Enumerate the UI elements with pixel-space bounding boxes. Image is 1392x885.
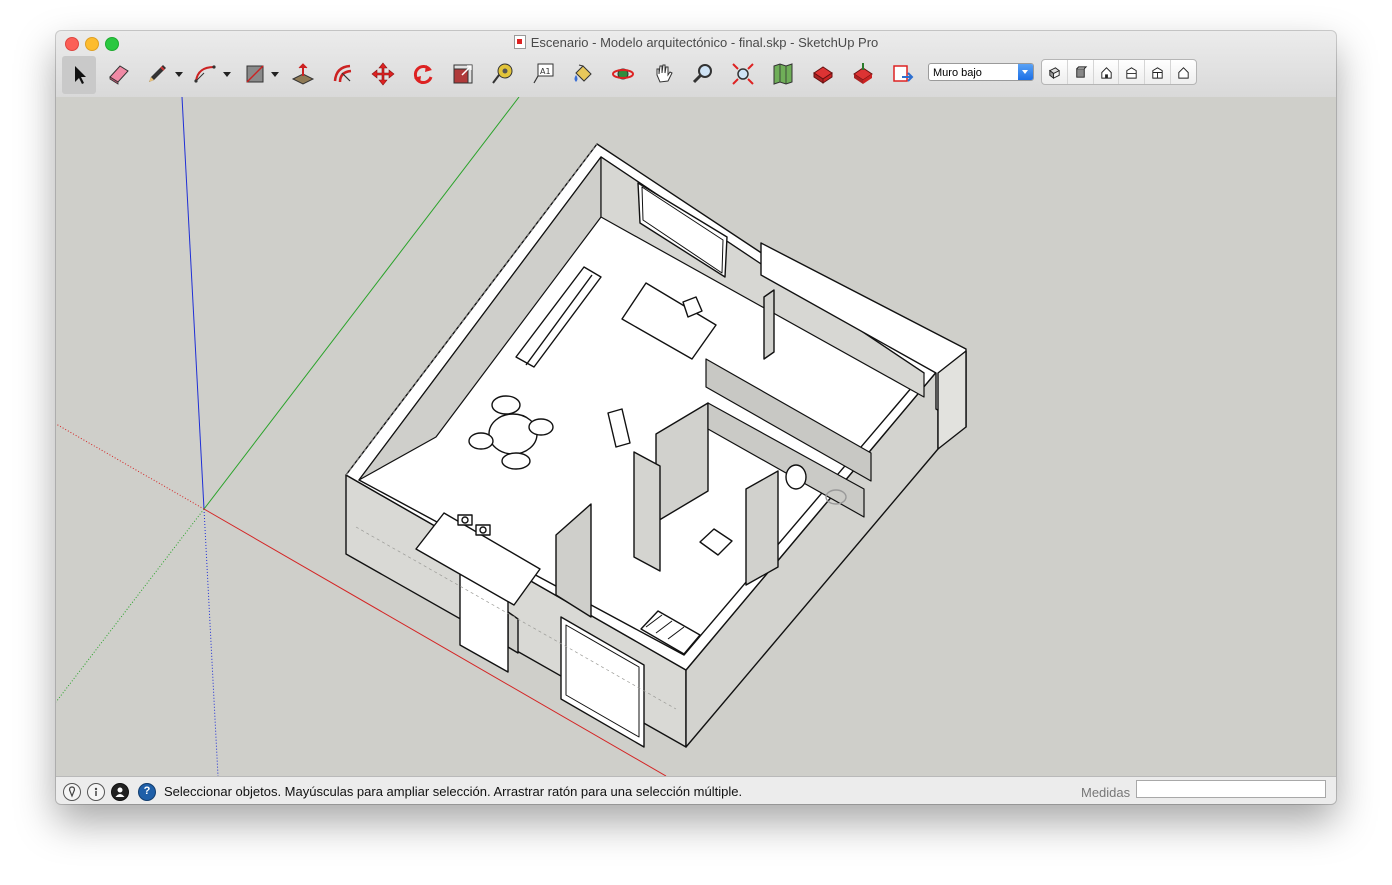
- zoom-extents-icon: [732, 63, 754, 85]
- add-location-tool-button[interactable]: [766, 58, 800, 90]
- share-model-tool-button[interactable]: [846, 58, 880, 90]
- send-to-layout-tool-button[interactable]: [886, 58, 920, 90]
- tape-measure-icon: [492, 63, 513, 84]
- arc-tool-button[interactable]: [188, 58, 222, 90]
- pan-tool-button[interactable]: [646, 58, 680, 90]
- back-view-button[interactable]: [1145, 60, 1172, 84]
- top-view-button[interactable]: [1068, 60, 1094, 84]
- magnifier-icon: [692, 64, 712, 84]
- push-pull-icon: [291, 63, 315, 85]
- front-view-icon: [1100, 66, 1112, 79]
- iso-view-icon: [1048, 66, 1060, 79]
- help-glyph: ?: [143, 785, 151, 797]
- left-view-button[interactable]: [1171, 60, 1196, 84]
- line-tool-button[interactable]: [140, 58, 174, 90]
- rotate-icon: [413, 65, 433, 84]
- title-bar: Escenario - Modelo arquitectónico - fina…: [56, 31, 1336, 98]
- push-pull-tool-button[interactable]: [286, 58, 320, 90]
- blue-axis-negative: [203, 508, 219, 776]
- pencil-icon: [149, 65, 166, 82]
- left-view-icon: [1178, 66, 1189, 79]
- offset-tool-button[interactable]: [326, 58, 360, 90]
- hand-icon: [656, 64, 673, 83]
- tape-measure-tool-button[interactable]: [486, 58, 520, 90]
- red-axis-negative: [56, 423, 205, 510]
- rotate-tool-button[interactable]: [406, 58, 440, 90]
- house-model[interactable]: [345, 143, 967, 748]
- svg-text:A1: A1: [540, 67, 551, 76]
- select-tool-button[interactable]: [62, 56, 96, 94]
- line-tool-dropdown[interactable]: [175, 72, 183, 77]
- green-axis-negative: [56, 508, 205, 703]
- front-view-button[interactable]: [1094, 60, 1120, 84]
- orbit-icon: [612, 68, 634, 80]
- move-tool-button[interactable]: [366, 58, 400, 90]
- arc-tool-dropdown[interactable]: [223, 72, 231, 77]
- paint-bucket-icon: [574, 64, 592, 82]
- window-title-text: Escenario - Modelo arquitectónico - fina…: [530, 35, 879, 50]
- warehouse-icon: [813, 66, 833, 84]
- text-tool-button[interactable]: A1: [526, 58, 560, 90]
- back-view-icon: [1152, 66, 1163, 79]
- model-canvas[interactable]: [56, 97, 1336, 776]
- sketchup-window: Escenario - Modelo arquitectónico - fina…: [56, 31, 1336, 804]
- arrow-cursor-icon: [75, 66, 86, 84]
- paint-bucket-tool-button[interactable]: [566, 58, 600, 90]
- main-toolbar: A1 Muro bajo: [56, 54, 1336, 96]
- eraser-icon: [109, 65, 129, 85]
- blue-axis: [181, 97, 205, 510]
- text-label-icon: A1: [533, 63, 554, 84]
- measurements-label: Medidas: [1081, 785, 1131, 800]
- orbit-tool-button[interactable]: [606, 58, 640, 90]
- warehouse-tool-button[interactable]: [806, 58, 840, 90]
- move-arrows-icon: [371, 62, 395, 86]
- right-view-button[interactable]: [1119, 60, 1146, 84]
- send-to-layout-icon: [893, 65, 914, 82]
- layer-select-value: Muro bajo: [933, 67, 982, 79]
- status-message: Seleccionar objetos. Mayúsculas para amp…: [164, 784, 743, 799]
- eraser-tool-button[interactable]: [102, 58, 136, 90]
- views-toolbar: [1041, 59, 1197, 85]
- help-icon[interactable]: ?: [138, 783, 156, 801]
- document-icon: [513, 35, 526, 49]
- layer-select[interactable]: Muro bajo: [928, 63, 1034, 81]
- chevron-down-icon: [1018, 64, 1033, 80]
- rectangle-icon: [246, 65, 264, 83]
- status-bar: ? Seleccionar objetos. Mayúsculas para a…: [56, 776, 1336, 804]
- map-icon: [773, 63, 793, 85]
- scale-icon: [453, 64, 473, 84]
- model-viewport[interactable]: [56, 97, 1336, 776]
- window-title: Escenario - Modelo arquitectónico - fina…: [56, 35, 1336, 50]
- scale-tool-button[interactable]: [446, 58, 480, 90]
- offset-icon: [333, 64, 352, 83]
- zoom-tool-button[interactable]: [686, 58, 720, 90]
- rectangle-tool-button[interactable]: [238, 58, 272, 90]
- rectangle-tool-dropdown[interactable]: [271, 72, 279, 77]
- zoom-extents-tool-button[interactable]: [726, 58, 760, 90]
- user-icon[interactable]: [111, 783, 129, 801]
- iso-view-button[interactable]: [1042, 60, 1068, 84]
- top-view-icon: [1076, 65, 1087, 78]
- right-view-icon: [1126, 66, 1138, 79]
- credits-icon[interactable]: [87, 783, 105, 801]
- arc-icon: [194, 65, 216, 83]
- measurements-input[interactable]: [1136, 780, 1326, 798]
- geo-location-icon[interactable]: [63, 783, 81, 801]
- share-model-icon: [853, 63, 873, 84]
